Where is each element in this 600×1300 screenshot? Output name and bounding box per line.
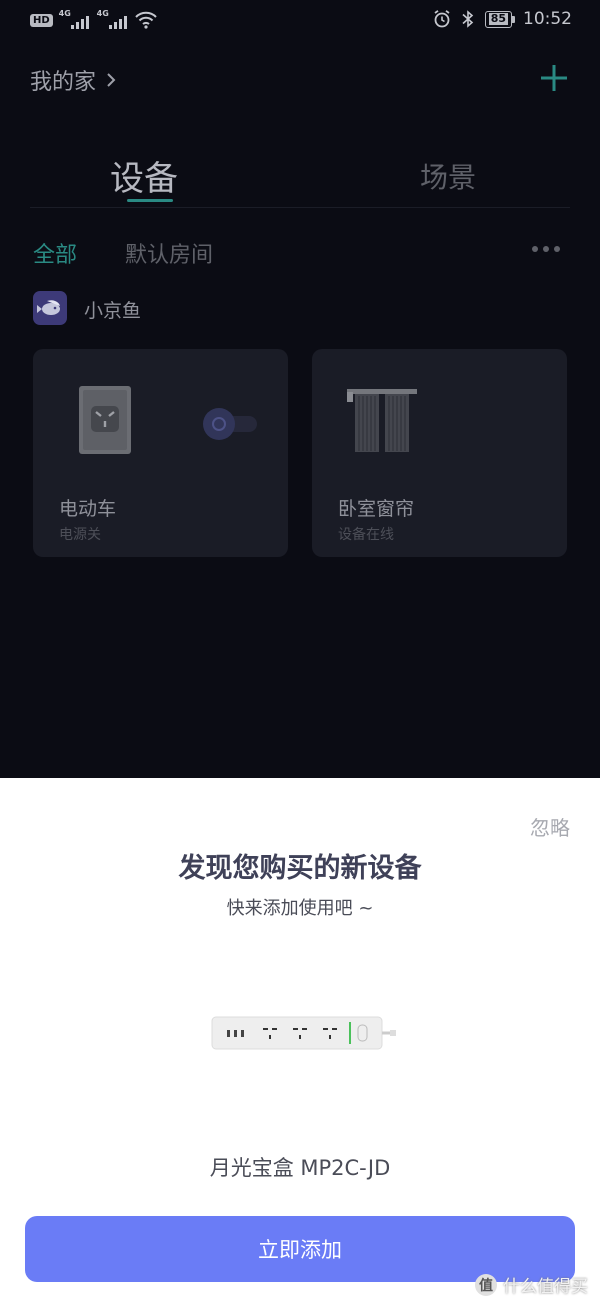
new-device-sheet: 忽略 发现您购买的新设备 快来添加使用吧 ~ 月光宝盒 MP2C-JD 立即添加 — [0, 778, 600, 1300]
device-card-curtain[interactable]: 卧室窗帘 设备在线 — [312, 349, 567, 557]
tab-active-indicator — [127, 199, 173, 202]
tab-devices[interactable]: 设备 — [110, 151, 178, 200]
tab-scenes[interactable]: 场景 — [420, 156, 476, 196]
ignore-button[interactable]: 忽略 — [530, 812, 570, 841]
watermark-logo-icon: 值 — [475, 1273, 497, 1296]
power-toggle[interactable] — [203, 408, 259, 440]
add-device-button[interactable] — [538, 62, 570, 94]
filter-all[interactable]: 全部 — [33, 237, 77, 269]
curtain-icon — [347, 389, 417, 452]
group-avatar — [33, 291, 67, 325]
battery-icon: 85 — [484, 10, 515, 28]
battery-level: 85 — [488, 12, 508, 25]
home-title: 我的家 — [30, 70, 97, 95]
device-status: 设备在线 — [338, 527, 394, 543]
sheet-subtitle: 快来添加使用吧 ~ — [226, 898, 374, 919]
cellular-signal-icon: 4G — [59, 9, 91, 30]
device-card-ebike[interactable]: 电动车 电源关 — [33, 349, 288, 557]
cellular-signal-icon-2: 4G — [97, 9, 129, 30]
watermark: 值 什么值得买 — [475, 1272, 588, 1297]
alarm-icon — [434, 10, 450, 28]
bluetooth-icon — [462, 10, 473, 28]
status-right: 85 10:52 — [433, 9, 572, 29]
group-name: 小京鱼 — [84, 300, 142, 322]
chevron-right-icon — [107, 73, 116, 87]
wifi-icon — [134, 11, 157, 29]
filter-default-room[interactable]: 默认房间 — [125, 237, 213, 269]
more-icon[interactable] — [532, 246, 560, 252]
hd-badge: HD — [30, 13, 53, 27]
status-left: HD 4G 4G — [30, 9, 157, 30]
sheet-title: 发现您购买的新设备 — [178, 853, 422, 884]
product-name: 月光宝盒 MP2C-JD — [209, 1156, 391, 1180]
tab-divider — [30, 207, 570, 208]
clock: 10:52 — [523, 9, 572, 29]
device-name: 电动车 — [59, 498, 117, 520]
fish-icon — [37, 300, 60, 315]
power-strip-image — [211, 1016, 396, 1050]
device-name: 卧室窗帘 — [338, 498, 415, 520]
socket-icon — [79, 386, 131, 454]
device-status: 电源关 — [59, 527, 101, 543]
home-selector[interactable]: 我的家 — [30, 64, 118, 96]
watermark-text: 什么值得买 — [503, 1277, 588, 1297]
status-bar: HD 4G 4G 85 10:52 — [0, 0, 600, 42]
